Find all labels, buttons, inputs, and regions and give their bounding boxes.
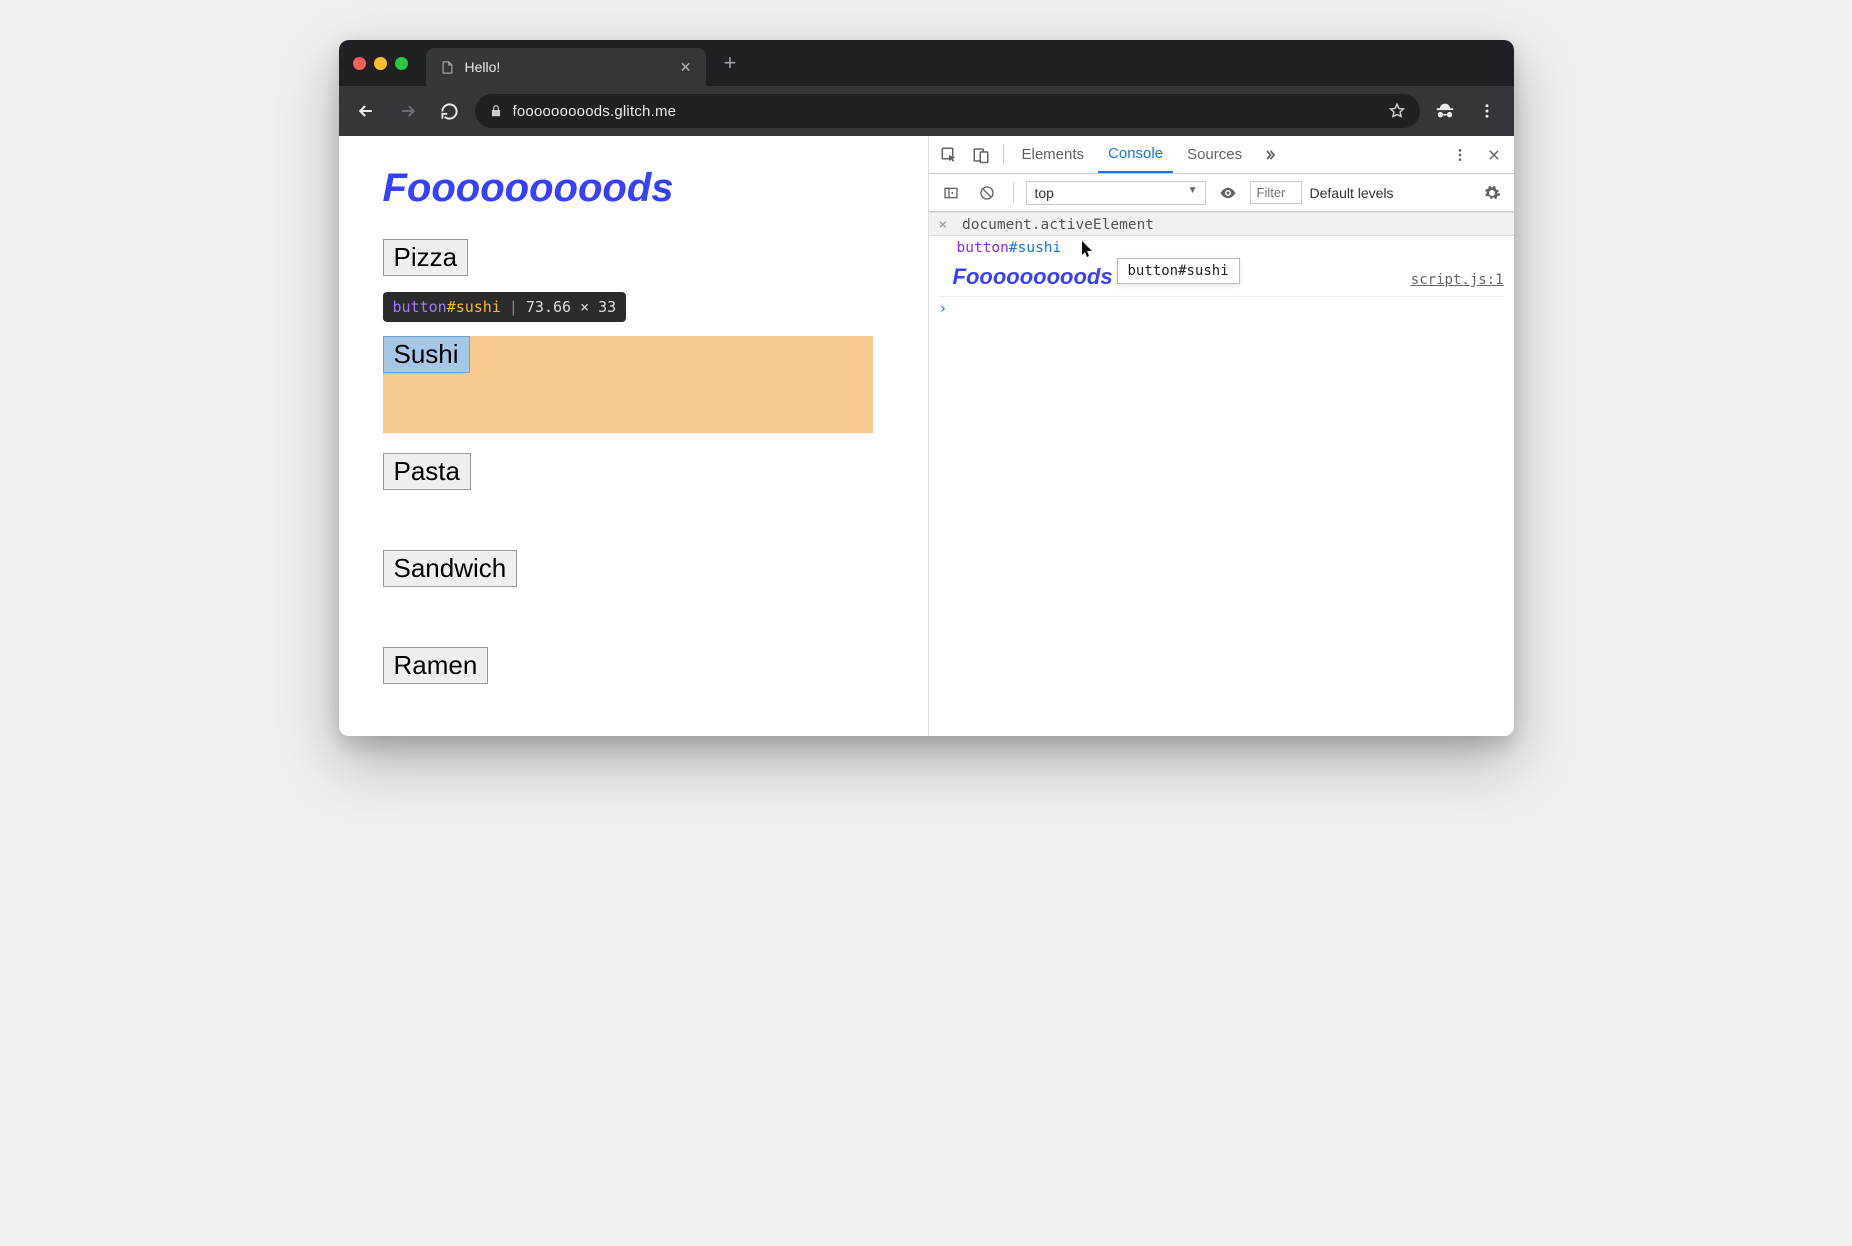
lock-icon: [489, 104, 503, 118]
result-tag: button: [957, 240, 1009, 256]
console-output[interactable]: × document.activeElement button#sushi bu…: [929, 212, 1514, 736]
food-item: Pizza: [383, 239, 884, 276]
console-sidebar-toggle-icon[interactable]: [937, 179, 965, 207]
devtools-tabbar: Elements Console Sources: [929, 136, 1514, 174]
menu-button[interactable]: [1470, 94, 1504, 128]
device-toolbar-icon[interactable]: [967, 141, 995, 169]
food-item: Sandwich: [383, 550, 884, 587]
margin-highlight: Sushi: [383, 336, 873, 433]
window-maximize-button[interactable]: [395, 57, 408, 70]
cursor-icon: [1081, 241, 1095, 259]
devtools-tab-elements[interactable]: Elements: [1012, 136, 1095, 173]
address-bar[interactable]: fooooooooods.glitch.me: [475, 94, 1420, 128]
console-prompt[interactable]: ›: [939, 297, 1504, 317]
devtools-panel: Elements Console Sources: [929, 136, 1514, 736]
new-tab-button[interactable]: +: [716, 50, 745, 76]
inspect-element-icon[interactable]: [935, 141, 963, 169]
tooltip-id: #sushi: [447, 298, 501, 316]
window-minimize-button[interactable]: [374, 57, 387, 70]
food-button-sushi[interactable]: Sushi: [383, 336, 470, 373]
live-expression-row[interactable]: × document.activeElement: [929, 212, 1514, 236]
tooltip-tag: button: [393, 298, 447, 316]
live-expression-icon[interactable]: [1214, 179, 1242, 207]
console-toolbar: top Default levels: [929, 174, 1514, 212]
devtools-menu-icon[interactable]: [1446, 141, 1474, 169]
food-button-pasta[interactable]: Pasta: [383, 453, 472, 490]
devtools-tab-sources[interactable]: Sources: [1177, 136, 1252, 173]
console-filter-input[interactable]: [1250, 181, 1302, 204]
food-item: Ramen: [383, 647, 884, 684]
reload-button[interactable]: [433, 94, 467, 128]
expression-text: document.activeElement: [962, 217, 1154, 233]
console-settings-icon[interactable]: [1478, 179, 1506, 207]
tab-strip: Hello! ✕ +: [426, 40, 745, 86]
url-text: fooooooooods.glitch.me: [513, 103, 1378, 120]
tab-close-icon[interactable]: ✕: [680, 59, 692, 76]
result-id: #sushi: [1009, 240, 1061, 256]
hover-tooltip: button#sushi: [1117, 258, 1240, 284]
tab-title: Hello!: [465, 59, 670, 75]
web-page: Fooooooooods Pizza button#sushi | 73.66 …: [339, 136, 929, 736]
browser-window: Hello! ✕ + fooooooooods.glitch.me: [339, 40, 1514, 736]
food-button-pizza[interactable]: Pizza: [383, 239, 469, 276]
back-button[interactable]: [349, 94, 383, 128]
food-button-sandwich[interactable]: Sandwich: [383, 550, 518, 587]
food-button-ramen[interactable]: Ramen: [383, 647, 489, 684]
log-levels-label[interactable]: Default levels: [1310, 185, 1394, 201]
toolbar: fooooooooods.glitch.me: [339, 86, 1514, 136]
titlebar: Hello! ✕ +: [339, 40, 1514, 86]
inspected-element-highlight: button#sushi | 73.66 × 33 Sushi: [383, 336, 884, 433]
devtools-tab-console[interactable]: Console: [1098, 136, 1173, 173]
window-close-button[interactable]: [353, 57, 366, 70]
devtools-close-icon[interactable]: [1480, 141, 1508, 169]
browser-tab[interactable]: Hello! ✕: [426, 48, 706, 86]
page-heading: Fooooooooods: [383, 166, 884, 211]
file-icon: [440, 60, 455, 75]
context-select-wrap: top: [1026, 181, 1206, 205]
inspect-tooltip: button#sushi | 73.66 × 33: [383, 292, 627, 322]
clear-console-icon[interactable]: [973, 179, 1001, 207]
content-area: Fooooooooods Pizza button#sushi | 73.66 …: [339, 136, 1514, 736]
remove-expression-icon[interactable]: ×: [939, 217, 948, 233]
incognito-icon[interactable]: [1428, 94, 1462, 128]
traffic-lights: [353, 57, 408, 70]
more-tabs-icon[interactable]: [1256, 141, 1284, 169]
forward-button[interactable]: [391, 94, 425, 128]
bookmark-icon[interactable]: [1388, 102, 1406, 120]
log-source-link[interactable]: script.js:1: [1411, 272, 1504, 288]
execution-context-select[interactable]: top: [1026, 181, 1206, 205]
tooltip-dimensions: 73.66 × 33: [526, 298, 616, 316]
food-item: Pasta: [383, 453, 884, 490]
